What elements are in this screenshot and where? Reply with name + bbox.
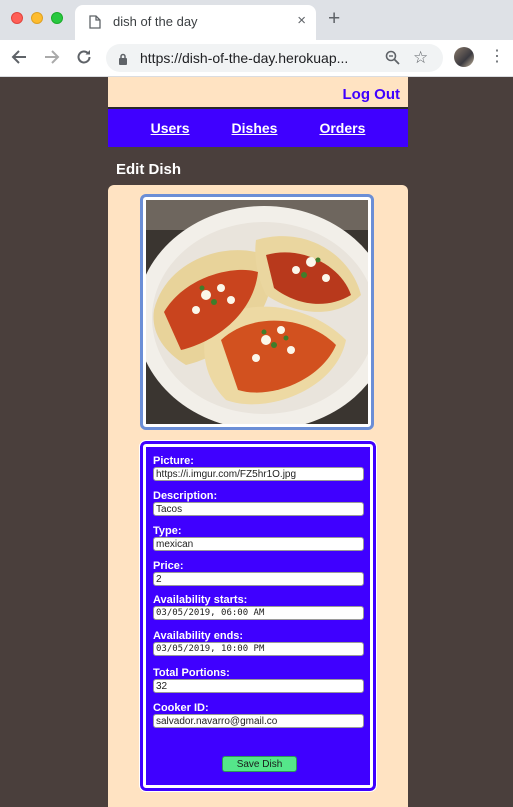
- window-maximize-button[interactable]: [51, 12, 63, 24]
- description-field: Description:: [153, 490, 364, 516]
- profile-avatar[interactable]: [454, 47, 474, 67]
- description-input[interactable]: [153, 502, 364, 516]
- tab-close-icon[interactable]: ×: [297, 12, 306, 29]
- cooker-id-label: Cooker ID:: [153, 702, 209, 714]
- browser-tab-bar: dish of the day × +: [0, 0, 513, 40]
- page-title: Edit Dish: [116, 161, 182, 178]
- edit-dish-card: Picture: Description: Type: Price: Avail…: [108, 185, 408, 807]
- nav-link-dishes[interactable]: Dishes: [232, 120, 278, 136]
- picture-field: Picture:: [153, 455, 364, 481]
- lock-icon: [118, 52, 128, 70]
- bookmark-star-icon[interactable]: ☆: [413, 48, 428, 68]
- availability-starts-input[interactable]: [153, 606, 364, 620]
- browser-menu-icon[interactable]: ⋮: [489, 48, 505, 66]
- app-root: Log Out Users Dishes Orders Edit Dish Pi…: [108, 77, 408, 807]
- picture-input[interactable]: [153, 467, 364, 481]
- tab-title: dish of the day: [113, 14, 198, 29]
- price-field: Price:: [153, 560, 364, 586]
- nav-link-users[interactable]: Users: [151, 120, 190, 136]
- logout-link[interactable]: Log Out: [343, 86, 400, 103]
- dish-photo: [146, 200, 368, 424]
- nav-link-orders[interactable]: Orders: [319, 120, 365, 136]
- back-arrow-icon[interactable]: [11, 49, 27, 68]
- forward-arrow-icon[interactable]: [44, 49, 60, 68]
- availability-starts-label: Availability starts:: [153, 594, 248, 606]
- type-label: Type:: [153, 525, 182, 537]
- main-nav: Users Dishes Orders: [108, 107, 408, 147]
- browser-toolbar: https://dish-of-the-day.herokuap... ☆ ⋮: [0, 40, 513, 77]
- total-portions-input[interactable]: [153, 679, 364, 693]
- type-field: Type:: [153, 525, 364, 551]
- cooker-id-field: Cooker ID:: [153, 702, 364, 728]
- address-bar[interactable]: https://dish-of-the-day.herokuap... ☆: [106, 44, 443, 72]
- total-portions-field: Total Portions:: [153, 667, 364, 693]
- price-input[interactable]: [153, 572, 364, 586]
- edit-dish-form: Picture: Description: Type: Price: Avail…: [139, 440, 377, 792]
- window-minimize-button[interactable]: [31, 12, 43, 24]
- url-text: https://dish-of-the-day.herokuap...: [140, 50, 349, 66]
- reload-icon[interactable]: [76, 49, 92, 68]
- type-input[interactable]: [153, 537, 364, 551]
- cooker-id-input[interactable]: [153, 714, 364, 728]
- picture-label: Picture:: [153, 455, 194, 467]
- browser-tab[interactable]: dish of the day ×: [75, 5, 316, 40]
- form-panel: Picture: Description: Type: Price: Avail…: [146, 447, 370, 785]
- new-tab-button[interactable]: +: [328, 8, 340, 30]
- availability-ends-label: Availability ends:: [153, 630, 244, 642]
- availability-starts-field: Availability starts:: [153, 594, 364, 620]
- window-close-button[interactable]: [11, 12, 23, 24]
- logout-bar: Log Out: [108, 77, 408, 107]
- availability-ends-field: Availability ends:: [153, 630, 364, 656]
- dish-image-frame: [140, 194, 374, 430]
- description-label: Description:: [153, 490, 218, 502]
- save-dish-button[interactable]: Save Dish: [222, 756, 297, 772]
- zoom-icon[interactable]: [385, 50, 400, 70]
- total-portions-label: Total Portions:: [153, 667, 230, 679]
- availability-ends-input[interactable]: [153, 642, 364, 656]
- page-icon: [89, 15, 101, 34]
- price-label: Price:: [153, 560, 184, 572]
